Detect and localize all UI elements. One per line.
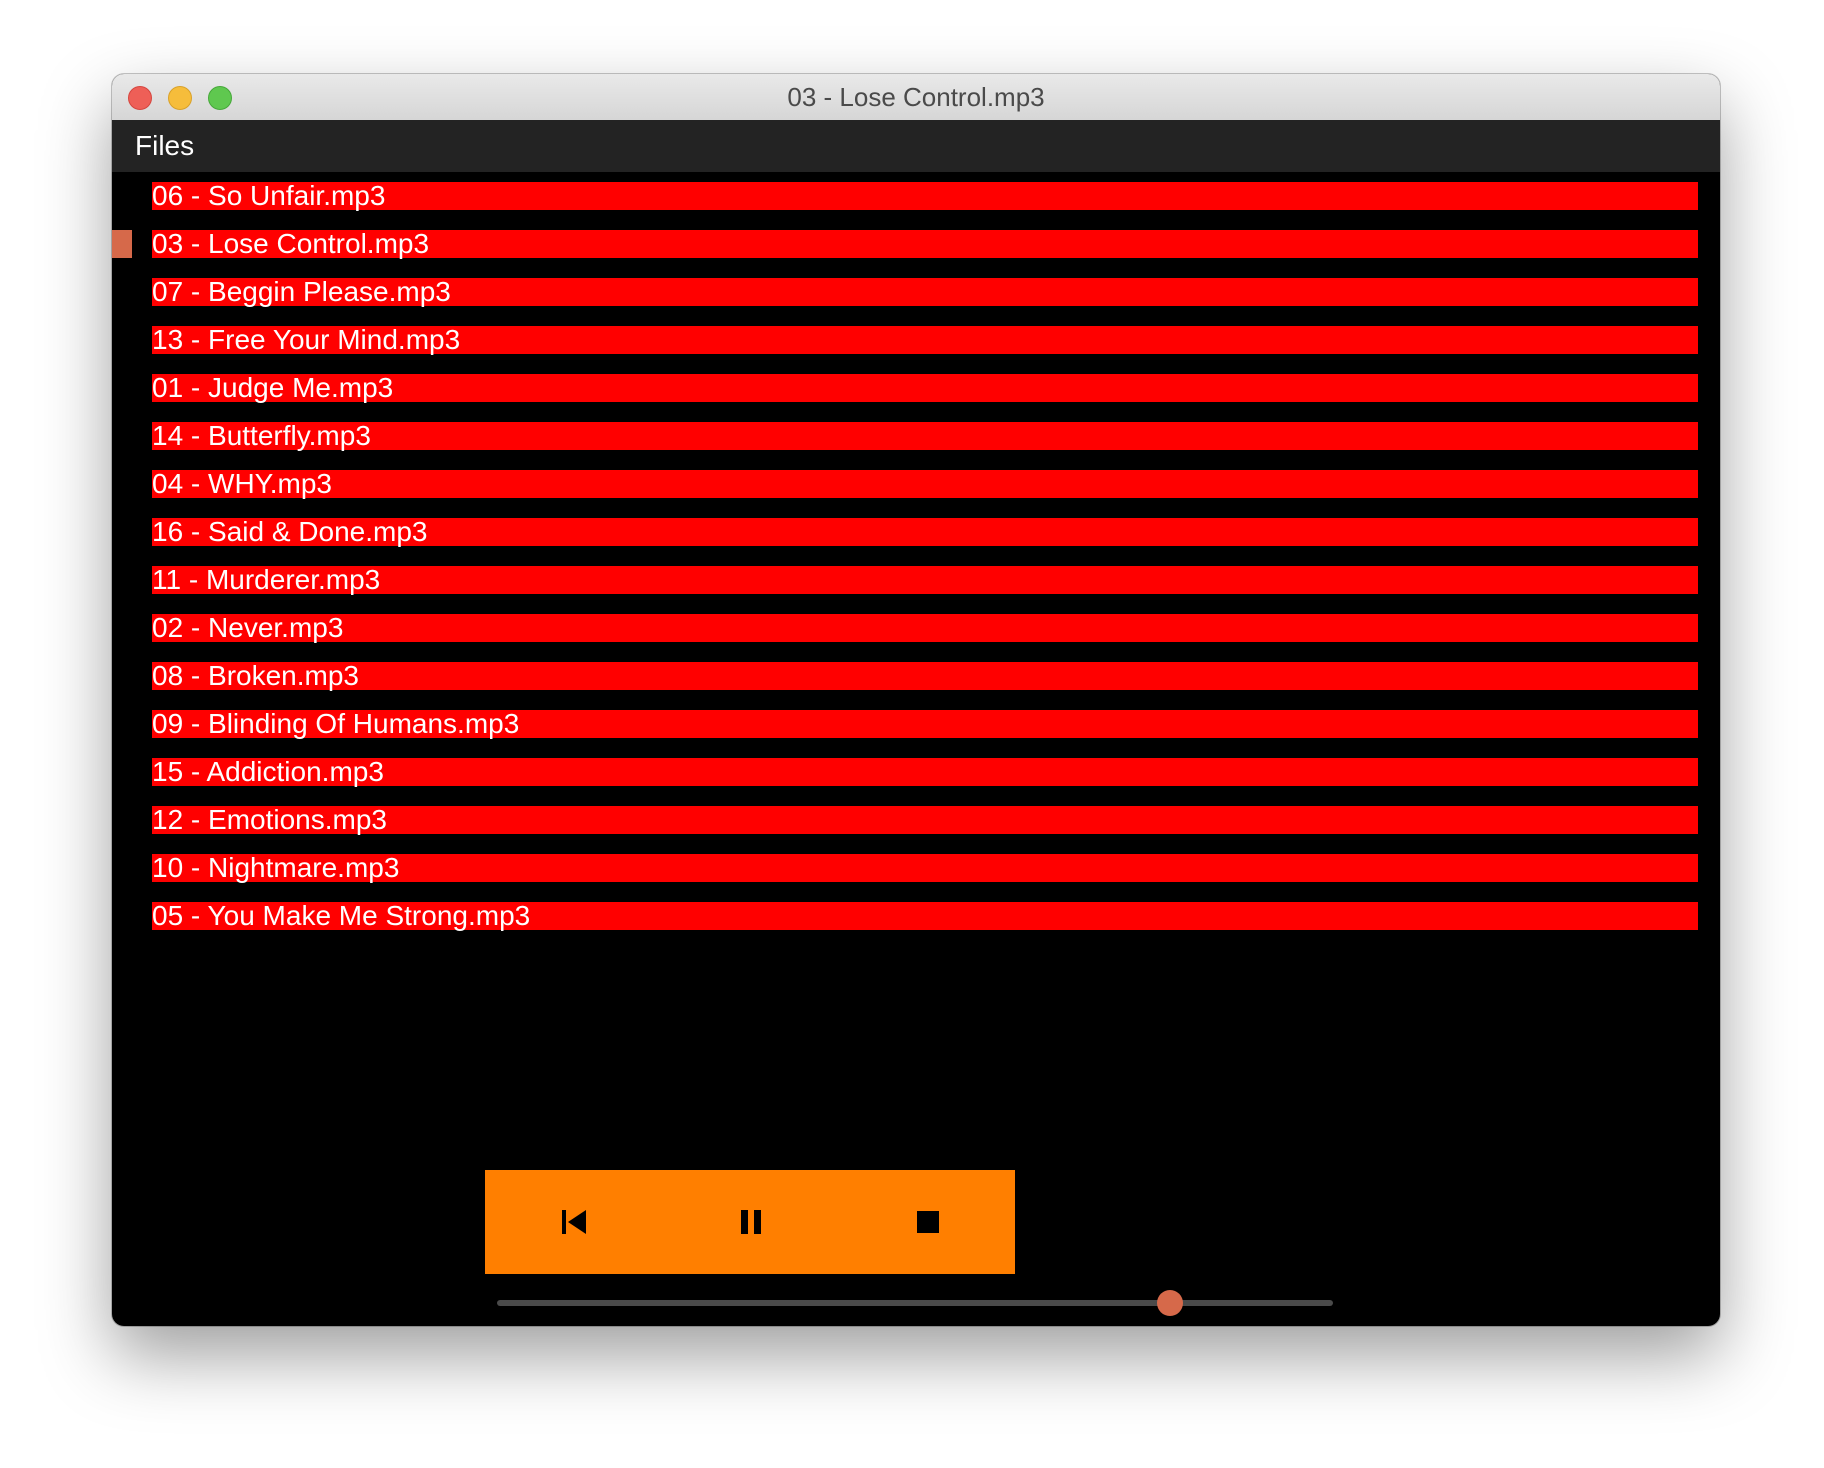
- playlist-item[interactable]: 08 - Broken.mp3: [152, 660, 1698, 691]
- app-window: 03 - Lose Control.mp3 Files 06 - So Unfa…: [112, 74, 1720, 1326]
- playlist-item-label: 14 - Butterfly.mp3: [152, 420, 371, 451]
- playlist-item[interactable]: 05 - You Make Me Strong.mp3: [152, 900, 1698, 931]
- playlist-item-label: 15 - Addiction.mp3: [152, 756, 384, 787]
- playlist-item-label: 12 - Emotions.mp3: [152, 804, 387, 835]
- playlist-item[interactable]: 13 - Free Your Mind.mp3: [152, 324, 1698, 355]
- playlist-item-label: 08 - Broken.mp3: [152, 660, 359, 691]
- playlist-item[interactable]: 06 - So Unfair.mp3: [152, 180, 1698, 211]
- seek-slider-handle[interactable]: [1156, 1290, 1183, 1316]
- skip-previous-icon: [562, 1210, 586, 1234]
- playlist-item-label: 16 - Said & Done.mp3: [152, 516, 428, 547]
- playlist-item[interactable]: 11 - Murderer.mp3: [152, 564, 1698, 595]
- stop-icon: [917, 1211, 939, 1233]
- playlist-item[interactable]: 07 - Beggin Please.mp3: [152, 276, 1698, 307]
- playlist-item[interactable]: 03 - Lose Control.mp3: [152, 228, 1698, 259]
- playlist-item[interactable]: 01 - Judge Me.mp3: [152, 372, 1698, 403]
- playlist-item[interactable]: 09 - Blinding Of Humans.mp3: [152, 708, 1698, 739]
- playlist-item-label: 03 - Lose Control.mp3: [152, 228, 430, 259]
- playlist-item-label: 11 - Murderer.mp3: [152, 564, 381, 595]
- seek-slider[interactable]: [497, 1290, 1333, 1316]
- now-playing-indicator: [112, 230, 132, 258]
- playlist-item[interactable]: 12 - Emotions.mp3: [152, 804, 1698, 835]
- pause-icon: [741, 1210, 761, 1234]
- playlist: 06 - So Unfair.mp3 03 - Lose Control.mp3 0…: [112, 172, 1720, 1022]
- menu-bar: Files: [112, 120, 1720, 172]
- playlist-item[interactable]: 02 - Never.mp3: [152, 612, 1698, 643]
- playlist-item-label: 06 - So Unfair.mp3: [152, 180, 386, 211]
- playlist-item[interactable]: 16 - Said & Done.mp3: [152, 516, 1698, 547]
- previous-button[interactable]: [544, 1192, 604, 1252]
- playlist-item[interactable]: 15 - Addiction.mp3: [152, 756, 1698, 787]
- playback-controls: [485, 1170, 1015, 1274]
- playlist-item[interactable]: 10 - Nightmare.mp3: [152, 852, 1698, 883]
- playlist-item-label: 10 - Nightmare.mp3: [152, 852, 400, 883]
- playlist-item-label: 05 - You Make Me Strong.mp3: [152, 900, 531, 931]
- playlist-item-label: 13 - Free Your Mind.mp3: [152, 324, 461, 355]
- window-title: 03 - Lose Control.mp3: [787, 82, 1045, 112]
- stop-button[interactable]: [898, 1192, 958, 1252]
- playlist-item[interactable]: 04 - WHY.mp3: [152, 468, 1698, 499]
- playlist-item-label: 02 - Never.mp3: [152, 612, 344, 643]
- playlist-item-label: 04 - WHY.mp3: [152, 468, 332, 499]
- pause-button[interactable]: [721, 1192, 781, 1252]
- playlist-item-label: 07 - Beggin Please.mp3: [152, 276, 451, 307]
- playlist-item[interactable]: 14 - Butterfly.mp3: [152, 420, 1698, 451]
- menu-files[interactable]: Files: [135, 120, 194, 172]
- title-bar[interactable]: 03 - Lose Control.mp3: [112, 74, 1720, 121]
- playlist-item-label: 01 - Judge Me.mp3: [152, 372, 394, 403]
- playlist-item-label: 09 - Blinding Of Humans.mp3: [152, 708, 520, 739]
